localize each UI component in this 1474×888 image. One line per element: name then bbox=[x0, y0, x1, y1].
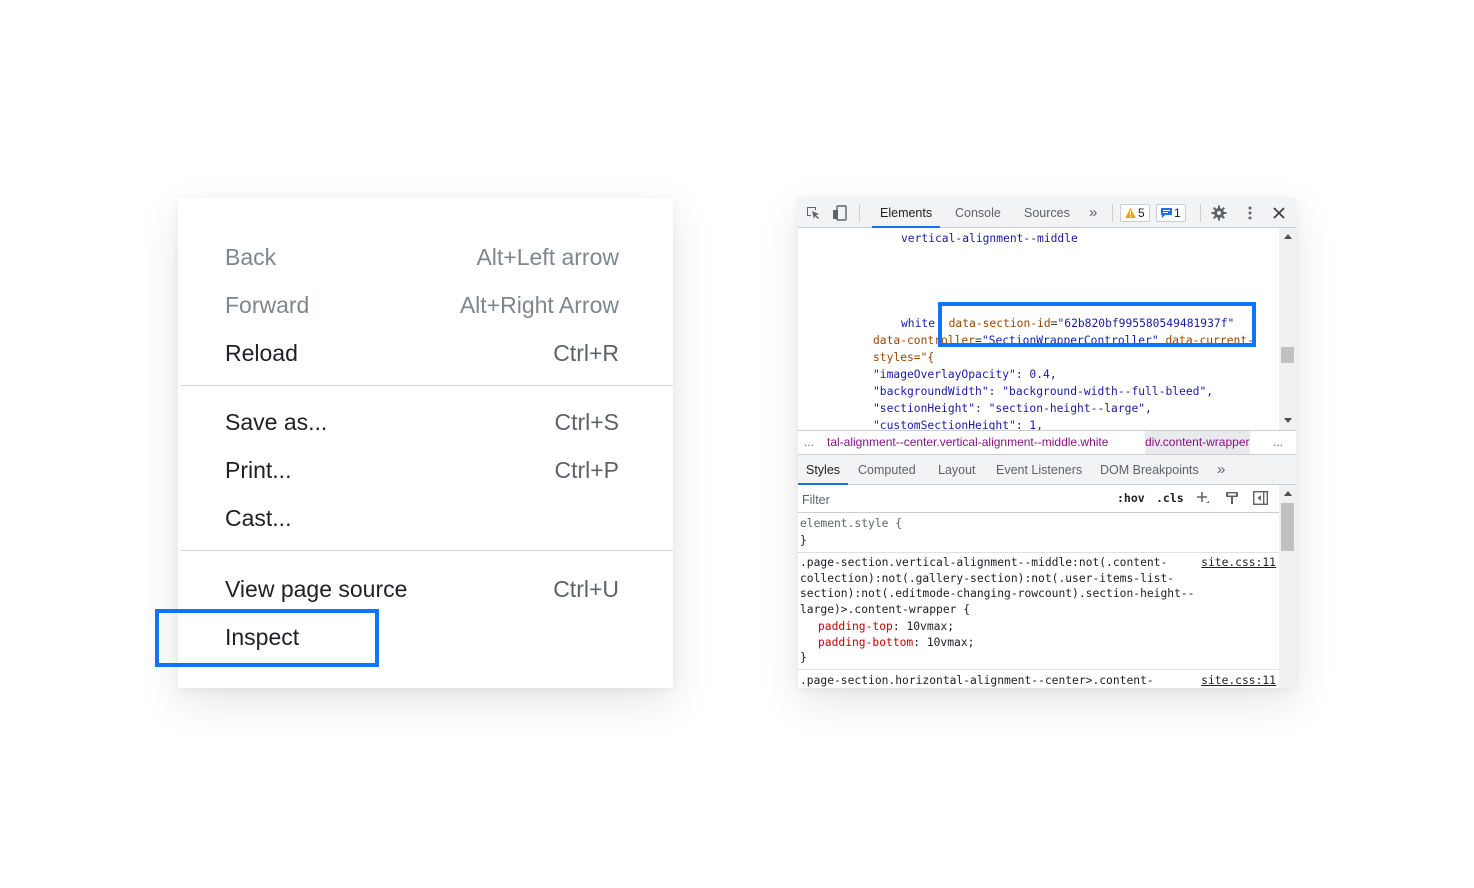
more-tabs-icon[interactable]: » bbox=[1089, 198, 1097, 228]
paint-brush-icon[interactable] bbox=[1225, 491, 1239, 505]
menu-item-label: Back bbox=[225, 243, 277, 270]
rule-separator bbox=[798, 669, 1279, 670]
menu-item-shortcut: Ctrl+P bbox=[554, 456, 619, 483]
css-value[interactable]: 10vmax; bbox=[906, 620, 954, 633]
message-icon bbox=[1161, 208, 1172, 218]
scroll-up-icon[interactable] bbox=[1284, 491, 1292, 496]
menu-item-shortcut: Alt+Right Arrow bbox=[459, 291, 619, 318]
elements-scrollbar[interactable] bbox=[1279, 228, 1296, 430]
css-value[interactable]: 10vmax; bbox=[927, 636, 975, 649]
attribute-name[interactable]: styles="{ bbox=[873, 351, 934, 364]
messages-count: 1 bbox=[1174, 206, 1181, 220]
menu-item-forward[interactable]: Forward Alt+Right Arrow bbox=[225, 285, 619, 325]
inspect-element-icon[interactable] bbox=[805, 205, 821, 221]
breadcrumb-item[interactable]: tal-alignment--center.vertical-alignment… bbox=[827, 431, 1108, 454]
menu-item-print[interactable]: Print... Ctrl+P bbox=[225, 450, 619, 490]
device-toolbar-icon[interactable] bbox=[832, 205, 848, 221]
warnings-badge[interactable]: 5 bbox=[1120, 204, 1150, 222]
toolbar-divider bbox=[859, 204, 860, 222]
close-icon[interactable] bbox=[1271, 205, 1287, 221]
menu-item-reload[interactable]: Reload Ctrl+R bbox=[225, 333, 619, 373]
scroll-thumb[interactable] bbox=[1281, 503, 1294, 551]
menu-item-shortcut: Ctrl+U bbox=[553, 575, 619, 602]
menu-item-label: Save as... bbox=[225, 408, 328, 435]
inspect-highlight-box bbox=[155, 609, 379, 667]
menu-item-shortcut: Ctrl+S bbox=[554, 408, 619, 435]
toolbar-divider bbox=[1200, 204, 1201, 222]
menu-item-label: Print... bbox=[225, 456, 292, 483]
menu-item-shortcut: Alt+Left arrow bbox=[476, 243, 619, 270]
attribute-highlight-box bbox=[938, 302, 1256, 347]
tab-console[interactable]: Console bbox=[955, 198, 1001, 228]
devtools-toolbar: Elements Console Sources » 5 1 bbox=[798, 198, 1296, 228]
breadcrumb-item-selected[interactable]: div.content-wrapper bbox=[1145, 431, 1250, 454]
code-line: "sectionHeight": "section-height--large"… bbox=[873, 402, 1152, 415]
toolbar-divider bbox=[1112, 204, 1113, 222]
class-value-text: vertical-alignment--middle bbox=[901, 232, 1078, 245]
warning-icon bbox=[1125, 208, 1136, 218]
rule-selector[interactable]: large)>.content-wrapper { bbox=[800, 602, 970, 618]
menu-item-save-as[interactable]: Save as... Ctrl+S bbox=[225, 402, 619, 442]
tab-dom-breakpoints[interactable]: DOM Breakpoints bbox=[1100, 455, 1199, 485]
hov-button[interactable]: :hov bbox=[1117, 485, 1145, 512]
scroll-down-icon[interactable] bbox=[1284, 418, 1292, 423]
warnings-count: 5 bbox=[1138, 206, 1145, 220]
devtools-panel: Elements Console Sources » 5 1 vertical-… bbox=[798, 198, 1296, 688]
tab-sources[interactable]: Sources bbox=[1024, 198, 1070, 228]
source-link[interactable]: site.css:11 bbox=[1201, 555, 1276, 571]
code-line: vertical-alignment--middle bbox=[901, 230, 1078, 247]
menu-item-back[interactable]: Back Alt+Left arrow bbox=[225, 237, 619, 277]
rule-selector[interactable]: .page-section.horizontal-alignment--cent… bbox=[800, 673, 1154, 688]
menu-item-label: Cast... bbox=[225, 504, 292, 531]
code-line: "backgroundWidth": "background-width--fu… bbox=[873, 385, 1214, 398]
scroll-up-icon[interactable] bbox=[1284, 234, 1292, 239]
more-tabs-icon[interactable]: » bbox=[1217, 455, 1225, 485]
more-options-icon[interactable] bbox=[1242, 205, 1258, 221]
breadcrumb: ... tal-alignment--center.vertical-align… bbox=[798, 430, 1296, 455]
source-link[interactable]: site.css:11 bbox=[1201, 673, 1276, 688]
tab-event-listeners[interactable]: Event Listeners bbox=[996, 455, 1082, 485]
breadcrumb-more[interactable]: ... bbox=[1273, 431, 1283, 454]
rule-close: } bbox=[800, 651, 807, 664]
styles-scrollbar[interactable] bbox=[1279, 485, 1296, 688]
menu-item-shortcut: Ctrl+R bbox=[553, 339, 619, 366]
css-declaration[interactable]: padding-top: 10vmax; bbox=[818, 619, 954, 635]
new-style-rule-icon[interactable] bbox=[1196, 491, 1210, 505]
filter-input[interactable] bbox=[798, 488, 1110, 511]
tab-layout[interactable]: Layout bbox=[938, 455, 976, 485]
css-declaration[interactable]: padding-bottom: 10vmax; bbox=[818, 635, 974, 651]
rule-selector[interactable]: .page-section.vertical-alignment--middle… bbox=[800, 555, 1167, 571]
styles-filter-bar: :hov .cls bbox=[798, 485, 1279, 513]
rule-close: } bbox=[800, 534, 807, 547]
menu-item-label: Forward bbox=[225, 291, 310, 318]
code-line: styles="{ bbox=[873, 349, 934, 366]
tab-computed[interactable]: Computed bbox=[858, 455, 916, 485]
menu-separator bbox=[181, 385, 673, 386]
toggle-sidebar-icon[interactable] bbox=[1253, 491, 1268, 505]
code-line: "imageOverlayOpacity": 0.4, bbox=[873, 368, 1057, 381]
code-line: "customSectionHeight": 1, bbox=[873, 419, 1044, 430]
cls-button[interactable]: .cls bbox=[1156, 485, 1184, 512]
styles-tabbar: Styles Computed Layout Event Listeners D… bbox=[798, 455, 1296, 485]
menu-item-view-source[interactable]: View page source Ctrl+U bbox=[225, 569, 619, 609]
css-property[interactable]: padding-top bbox=[818, 620, 893, 633]
menu-item-cast[interactable]: Cast... bbox=[225, 498, 619, 538]
scroll-thumb[interactable] bbox=[1281, 347, 1294, 363]
tab-elements[interactable]: Elements bbox=[871, 198, 941, 228]
menu-item-label: View page source bbox=[225, 575, 408, 602]
rule-selector[interactable]: element.style { bbox=[800, 516, 902, 532]
styles-pane: element.style { } .page-section.vertical… bbox=[798, 513, 1279, 688]
menu-separator bbox=[181, 550, 673, 551]
tab-styles[interactable]: Styles bbox=[798, 455, 849, 485]
css-property[interactable]: padding-bottom bbox=[818, 636, 913, 649]
rule-separator bbox=[798, 552, 1279, 553]
breadcrumb-more[interactable]: ... bbox=[804, 431, 814, 454]
rule-selector[interactable]: collection):not(.gallery-section):not(.u… bbox=[800, 571, 1174, 587]
class-value-text: white bbox=[901, 317, 936, 330]
menu-item-label: Reload bbox=[225, 339, 298, 366]
settings-gear-icon[interactable] bbox=[1211, 205, 1227, 221]
rule-selector[interactable]: section):not(.editmode-changing-rowcount… bbox=[800, 586, 1194, 602]
messages-badge[interactable]: 1 bbox=[1156, 204, 1186, 222]
